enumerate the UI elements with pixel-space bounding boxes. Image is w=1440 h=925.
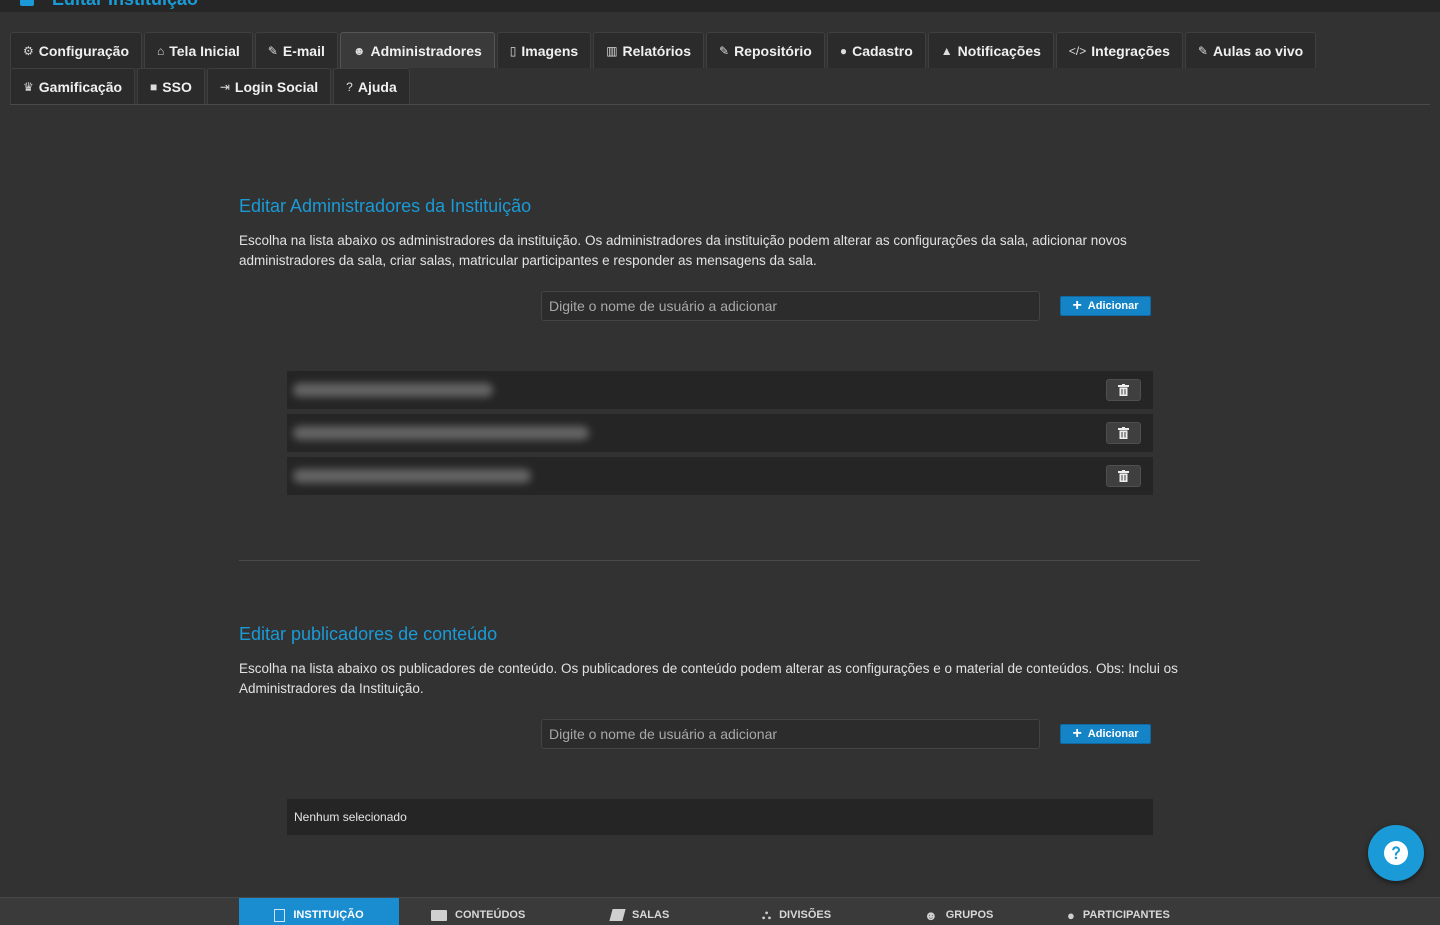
- admins-section-title: Editar Administradores da Instituição: [239, 196, 532, 216]
- blurred-email: [293, 469, 531, 483]
- publishers-username-input[interactable]: [541, 719, 1040, 749]
- admin-row: [287, 414, 1153, 452]
- blurred-email: [293, 383, 493, 397]
- tabs-row-2: ♛ Gamificação ■ SSO ⇥ Login Social ? Ajuda: [10, 68, 410, 104]
- admins-add-button[interactable]: + Adicionar: [1060, 296, 1151, 316]
- publishers-add-button[interactable]: + Adicionar: [1060, 724, 1151, 744]
- admins-username-input[interactable]: [541, 291, 1040, 321]
- trash-icon: [1118, 470, 1129, 482]
- wrench-icon: ✎: [267, 43, 278, 58]
- gears-icon: ⚙: [23, 43, 34, 58]
- nav-grupos[interactable]: ☻ GRUPOS: [924, 898, 993, 925]
- sign-in-icon: ⇥: [219, 79, 230, 94]
- bottom-navigation: INSTITUIÇÃO CONTEÚDOS SALAS ⛬ DIVISÕES ☻…: [0, 897, 1440, 925]
- trophy-icon: ♛: [23, 79, 34, 94]
- bar-chart-icon: ▥: [606, 43, 618, 58]
- users-icon: ☻: [924, 907, 938, 923]
- question-circle-icon: ?: [346, 79, 353, 94]
- admin-row: [287, 371, 1153, 409]
- tab-gamificacao[interactable]: ♛ Gamificação: [10, 68, 136, 104]
- admins-list: [287, 371, 1153, 500]
- book-icon: [609, 909, 626, 921]
- blurred-email: [293, 426, 589, 440]
- tab-relatorios[interactable]: ▥ Relatórios: [593, 32, 704, 68]
- delete-button[interactable]: [1106, 465, 1141, 487]
- home-icon: ⌂: [157, 43, 165, 58]
- nav-participantes[interactable]: ● PARTICIPANTES: [1067, 898, 1170, 925]
- lock-icon: ■: [150, 79, 158, 94]
- admins-section-description: Escolha na lista abaixo os administrador…: [239, 233, 1127, 268]
- tab-administradores[interactable]: ☻ Administradores: [339, 32, 495, 68]
- nav-conteudos[interactable]: CONTEÚDOS: [431, 898, 525, 925]
- tab-aulas-ao-vivo[interactable]: ✎ Aulas ao vivo: [1184, 32, 1317, 68]
- bell-icon: ▲: [940, 43, 953, 58]
- file-icon: ▯: [509, 43, 517, 58]
- code-icon: </>: [1068, 43, 1087, 58]
- sitemap-icon: ⛬: [762, 907, 772, 922]
- tab-login-social[interactable]: ⇥ Login Social: [206, 68, 332, 104]
- nav-salas[interactable]: SALAS: [609, 898, 669, 925]
- tab-cadastro[interactable]: ● Cadastro: [826, 32, 926, 68]
- tab-configuracao[interactable]: ⚙ Configuração: [10, 32, 142, 68]
- nav-instituicao[interactable]: INSTITUIÇÃO: [239, 898, 399, 925]
- section-divider: [239, 560, 1200, 561]
- delete-button[interactable]: [1106, 379, 1141, 401]
- question-icon: [1384, 841, 1408, 865]
- tab-ajuda[interactable]: ? Ajuda: [333, 68, 410, 104]
- tabs-row-1: ⚙ Configuração ⌂ Tela Inicial ✎ E-mail ☻ Adm…: [10, 32, 1317, 68]
- folder-icon: [431, 909, 447, 921]
- delete-button[interactable]: [1106, 422, 1141, 444]
- help-button[interactable]: [1368, 825, 1424, 881]
- tab-email[interactable]: ✎ E-mail: [254, 32, 338, 68]
- user-icon: ●: [839, 43, 848, 58]
- plus-icon: +: [1072, 297, 1082, 314]
- nav-divisoes[interactable]: ⛬ DIVISÕES: [762, 898, 831, 925]
- user-icon: ●: [1067, 907, 1075, 923]
- page-title: Editar Instituição: [52, 0, 198, 10]
- admin-row: [287, 457, 1153, 495]
- settings-tabs: ⚙ Configuração ⌂ Tela Inicial ✎ E-mail ☻ Adm…: [10, 32, 1430, 105]
- wrench-icon: ✎: [1197, 43, 1208, 58]
- tab-sso[interactable]: ■ SSO: [137, 68, 205, 104]
- institution-icon: [20, 0, 34, 6]
- trash-icon: [1118, 427, 1129, 439]
- publishers-section-title: Editar publicadores de conteúdo: [239, 624, 498, 644]
- trash-icon: [1118, 384, 1129, 396]
- publishers-empty-state: Nenhum selecionado: [287, 799, 1153, 835]
- building-icon: [274, 908, 286, 922]
- publishers-section-description: Escolha na lista abaixo os publicadores …: [239, 661, 1178, 696]
- wrench-icon: ✎: [719, 43, 730, 58]
- tab-notificacoes[interactable]: ▲ Notificações: [927, 32, 1054, 68]
- plus-icon: +: [1072, 725, 1082, 742]
- tab-tela-inicial[interactable]: ⌂ Tela Inicial: [144, 32, 253, 68]
- tab-integracoes[interactable]: </> Integrações: [1055, 32, 1183, 68]
- users-icon: ☻: [352, 43, 366, 58]
- page-header: Editar Instituição: [0, 0, 1440, 12]
- tab-repositorio[interactable]: ✎ Repositório: [706, 32, 825, 68]
- tab-imagens[interactable]: ▯ Imagens: [496, 32, 592, 68]
